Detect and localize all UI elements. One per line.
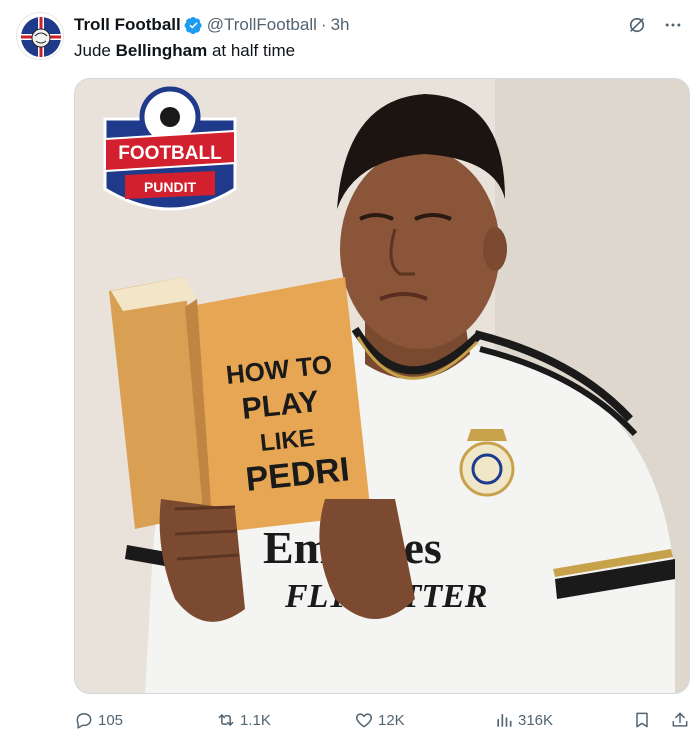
retweet-button[interactable]: 1.1K bbox=[216, 710, 271, 730]
avatar[interactable] bbox=[16, 12, 64, 60]
reply-button[interactable]: 105 bbox=[74, 710, 123, 730]
reply-count: 105 bbox=[98, 711, 124, 729]
tweet-header: Troll Football @TrollFootball · 3h bbox=[74, 14, 684, 36]
tweet-text: Jude Bellingham at half time bbox=[74, 40, 295, 62]
tweet-media-image[interactable]: Emirates FLY BETTER HOW TO PLAY LIKE PED… bbox=[74, 78, 690, 694]
tweet-text-part2: at half time bbox=[207, 41, 296, 60]
views-bar-chart-icon bbox=[497, 714, 512, 727]
views-button[interactable]: 316K bbox=[494, 710, 553, 730]
troll-football-logo bbox=[17, 13, 63, 59]
author-handle[interactable]: @TrollFootball bbox=[207, 15, 317, 35]
tweet-text-bold: Bellingham bbox=[115, 41, 208, 60]
share-button[interactable] bbox=[670, 710, 690, 730]
reply-icon bbox=[76, 713, 92, 729]
bookmark-icon bbox=[636, 712, 648, 728]
like-button[interactable]: 12K bbox=[354, 710, 405, 730]
like-count: 12K bbox=[378, 711, 405, 729]
author-name[interactable]: Troll Football bbox=[74, 15, 181, 35]
tweet-text-part1: Jude bbox=[74, 41, 116, 60]
verified-badge-icon bbox=[184, 16, 202, 34]
book-title-line3: LIKE bbox=[259, 424, 316, 457]
grok-icon[interactable] bbox=[626, 14, 648, 36]
retweet-count: 1.1K bbox=[240, 711, 271, 729]
tweet-actions: 105 1.1K 12K 316K bbox=[74, 704, 690, 736]
bookmark-button[interactable] bbox=[632, 710, 652, 730]
share-icon bbox=[672, 712, 688, 727]
more-options-icon[interactable] bbox=[662, 14, 684, 36]
views-count: 316K bbox=[518, 711, 554, 729]
book: HOW TO PLAY LIKE PEDRI bbox=[109, 277, 371, 534]
heart-icon bbox=[355, 713, 373, 728]
timestamp[interactable]: 3h bbox=[331, 15, 350, 35]
separator-dot: · bbox=[320, 15, 327, 34]
logo-text-football: FOOTBALL bbox=[118, 143, 222, 164]
logo-text-pundit: PUNDIT bbox=[144, 179, 197, 195]
retweet-icon bbox=[218, 714, 234, 726]
